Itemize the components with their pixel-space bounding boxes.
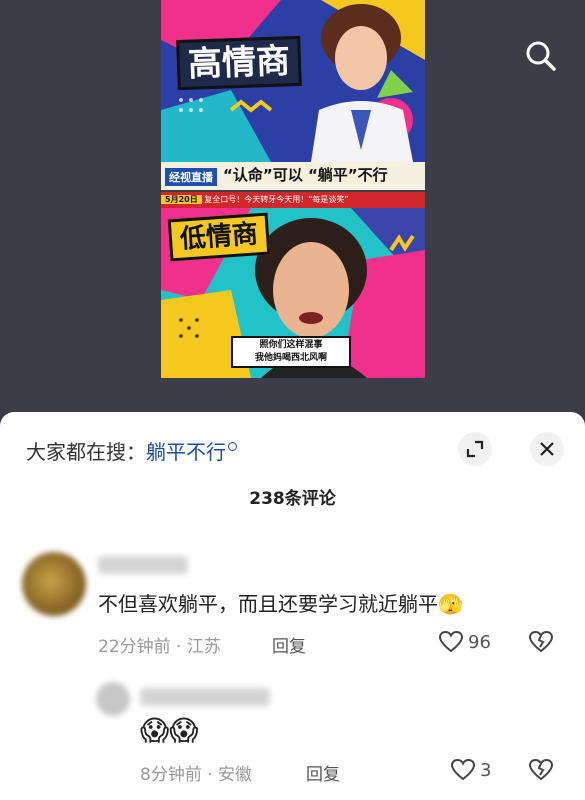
trending-label: 大家都在搜： [26, 440, 146, 464]
poster-title-high: 高情商 [176, 35, 302, 91]
like-button[interactable]: 3 [450, 758, 491, 782]
poster-ticker: 5月20日 复全口号！今天转牙今天用！“每是谈笑” [161, 192, 425, 208]
heart-icon [438, 630, 464, 653]
broken-heart-icon [528, 758, 554, 781]
username-blurred[interactable] [98, 556, 188, 574]
poster-subtitle-line2: 我他妈喝西北风啊 [254, 353, 327, 363]
comment-item: 不但喜欢躺平，而且还要学习就近躺平🫣 22分钟前 · 江苏 回复 96 [0, 544, 585, 657]
comment-sheet: 大家都在搜：躺平不行 238条评论 不但喜欢躺平，而且还要学习就近躺平🫣 22分… [0, 412, 585, 800]
poster-date: 5月20日 [161, 195, 202, 204]
close-button[interactable] [530, 432, 564, 466]
comment-location: 江苏 [186, 637, 221, 657]
media-viewer[interactable]: 高情商 经视直播 “认命”可以 “躺平”不行 5月20日 复全口号！今天转牙今天… [0, 0, 585, 412]
expand-icon [466, 440, 484, 458]
heart-icon [450, 758, 476, 781]
avatar[interactable] [22, 552, 86, 616]
avatar[interactable] [96, 682, 130, 716]
poster-subtitle: 照你们这样混事 我他妈喝西北风啊 [231, 336, 351, 368]
close-icon [540, 442, 554, 456]
broken-heart-icon [528, 630, 554, 653]
comment-meta: 22分钟前 · 江苏 [98, 637, 221, 657]
comment-location: 安徽 [218, 765, 253, 785]
trending-keyword[interactable]: 躺平不行 [146, 440, 226, 464]
comment-text: 不但喜欢躺平，而且还要学习就近躺平🫣 [98, 592, 463, 616]
dislike-button[interactable] [528, 758, 554, 786]
reply-button[interactable]: 回复 [272, 632, 306, 657]
comment-text: 😱😱 [140, 714, 199, 747]
comment-count: 238条评论 [249, 489, 336, 509]
dislike-button[interactable] [528, 630, 554, 658]
search-button[interactable] [521, 36, 561, 76]
like-count: 96 [468, 631, 491, 653]
poster-image: 高情商 经视直播 “认命”可以 “躺平”不行 5月20日 复全口号！今天转牙今天… [161, 0, 425, 378]
like-count: 3 [480, 759, 492, 781]
username-blurred[interactable] [140, 688, 270, 706]
poster-program-tag: 经视直播 [165, 168, 217, 186]
search-icon [526, 41, 556, 71]
comment-time: 22分钟前 [98, 637, 171, 657]
reply-button[interactable]: 回复 [306, 760, 340, 785]
poster-ticker-text: 复全口号！今天转牙今天用！“每是谈笑” [204, 195, 349, 204]
poster-subtitle-line1: 照你们这样混事 [259, 340, 323, 350]
expand-button[interactable] [458, 432, 492, 466]
poster-slogan: “认命”可以 “躺平”不行 [223, 166, 388, 184]
like-button[interactable]: 96 [438, 630, 491, 654]
trending-search[interactable]: 大家都在搜：躺平不行 [26, 436, 237, 465]
poster-title-low: 低情商 [167, 212, 271, 262]
comment-time: 8分钟前 [140, 765, 202, 785]
comment-item: 😱😱 8分钟前 · 安徽 回复 3 [0, 674, 585, 794]
comment-meta: 8分钟前 · 安徽 [140, 765, 253, 785]
mini-search-icon [228, 442, 237, 451]
